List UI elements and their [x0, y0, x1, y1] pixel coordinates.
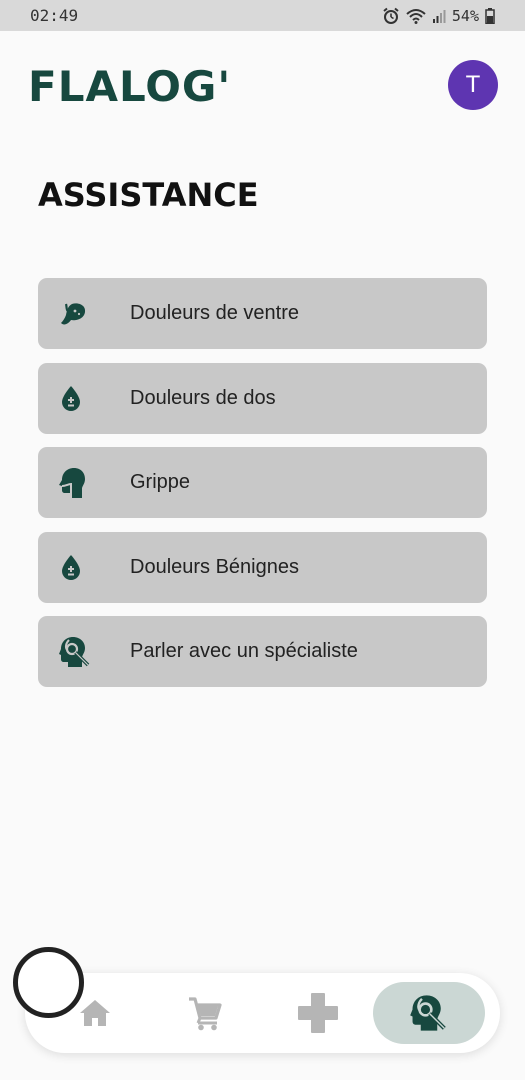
menu-item-grippe[interactable]: Grippe	[38, 447, 487, 518]
bottom-nav	[25, 973, 500, 1053]
home-icon	[80, 1000, 110, 1026]
cart-icon	[189, 997, 222, 1031]
specialist-icon	[410, 995, 446, 1031]
nav-assistance[interactable]	[373, 982, 485, 1044]
avatar-initial: T	[465, 71, 481, 98]
battery-icon	[485, 7, 495, 24]
stomach-icon	[61, 302, 86, 324]
nav-medical[interactable]	[293, 973, 343, 1053]
status-time: 02:49	[30, 6, 79, 25]
blood-drop-icon	[62, 386, 80, 411]
menu-item-label: Douleurs Bénignes	[130, 555, 299, 578]
status-icons: 54%	[382, 7, 495, 25]
menu-item-label: Douleurs de dos	[130, 386, 276, 409]
menu-item-label: Douleurs de ventre	[130, 302, 299, 324]
menu-item-douleurs-dos[interactable]: Douleurs de dos	[38, 362, 487, 434]
menu-item-label: Grippe	[130, 471, 191, 493]
specialist-icon	[59, 636, 90, 667]
medical-cross-icon	[298, 993, 338, 1033]
menu-item-label: Parler avec un spécialiste	[130, 640, 358, 662]
assistance-menu: Douleurs de ventre Douleurs de dos Gripp…	[38, 278, 487, 701]
menu-item-douleurs-benignes[interactable]: Douleurs Bénignes	[38, 531, 487, 603]
signal-icon	[432, 9, 446, 23]
app-title: FLALOG'	[28, 62, 232, 111]
avatar[interactable]: T	[448, 60, 498, 110]
battery-percent: 54%	[451, 6, 479, 25]
nav-cart[interactable]	[180, 973, 230, 1053]
floating-assistive-button[interactable]	[13, 947, 84, 1018]
menu-item-specialiste[interactable]: Parler avec un spécialiste	[38, 616, 487, 687]
page-title: ASSISTANCE	[38, 176, 259, 214]
alarm-icon	[383, 7, 399, 24]
status-bar: 02:49 54%	[0, 0, 525, 31]
blood-drop-icon	[62, 555, 80, 580]
wifi-icon	[406, 8, 426, 24]
head-throat-icon	[59, 467, 85, 498]
menu-item-douleurs-ventre[interactable]: Douleurs de ventre	[38, 278, 487, 349]
